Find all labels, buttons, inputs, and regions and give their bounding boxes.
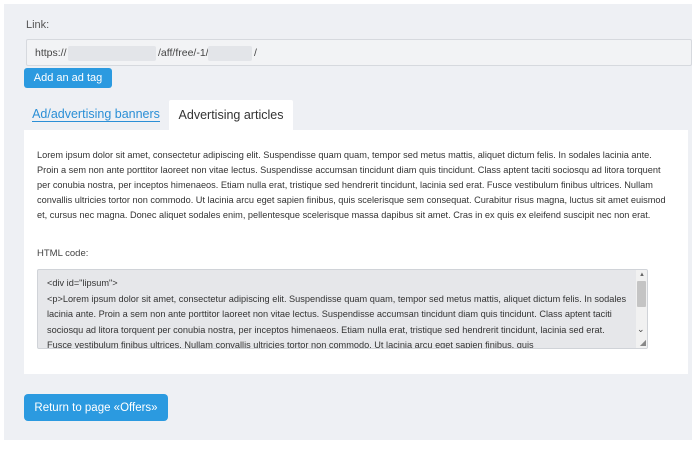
html-code-label: HTML code:	[37, 248, 89, 259]
redacted-domain	[68, 46, 156, 61]
article-content: Lorem ipsum dolor sit amet, consectetur …	[24, 130, 688, 374]
add-ad-tag-button[interactable]: Add an ad tag	[24, 68, 112, 88]
html-code-textarea[interactable]: <div id="lipsum"> <p>Lorem ipsum dolor s…	[37, 269, 648, 349]
html-code-line: <div id="lipsum">	[47, 278, 118, 288]
chevron-down-icon[interactable]: ⌄	[637, 324, 645, 335]
article-text: Lorem ipsum dolor sit amet, consectetur …	[37, 150, 666, 221]
return-to-offers-button[interactable]: Return to page «Offers»	[24, 394, 168, 421]
link-field[interactable]: https:// /aff/free/-1/ /	[26, 39, 692, 66]
link-prefix: https://	[35, 47, 67, 59]
link-suffix: /	[254, 47, 257, 59]
html-code-text: <div id="lipsum"> <p>Lorem ipsum dolor s…	[47, 276, 630, 349]
scroll-up-arrow-icon[interactable]: ▲	[639, 272, 645, 278]
resize-handle-icon[interactable]: ◢	[640, 339, 646, 347]
link-label: Link:	[26, 19, 50, 31]
scrollbar-thumb[interactable]	[637, 281, 646, 307]
code-scrollbar[interactable]: ▲ ⌄	[636, 270, 647, 348]
html-code-body: <p>Lorem ipsum dolor sit amet, consectet…	[47, 293, 627, 349]
link-path: /aff/free/-1/	[158, 47, 209, 59]
redacted-id	[208, 46, 252, 61]
tab-banners[interactable]: Ad/advertising banners	[24, 100, 168, 130]
tab-banners-label: Ad/advertising banners	[32, 107, 160, 122]
tab-articles[interactable]: Advertising articles	[169, 100, 293, 130]
